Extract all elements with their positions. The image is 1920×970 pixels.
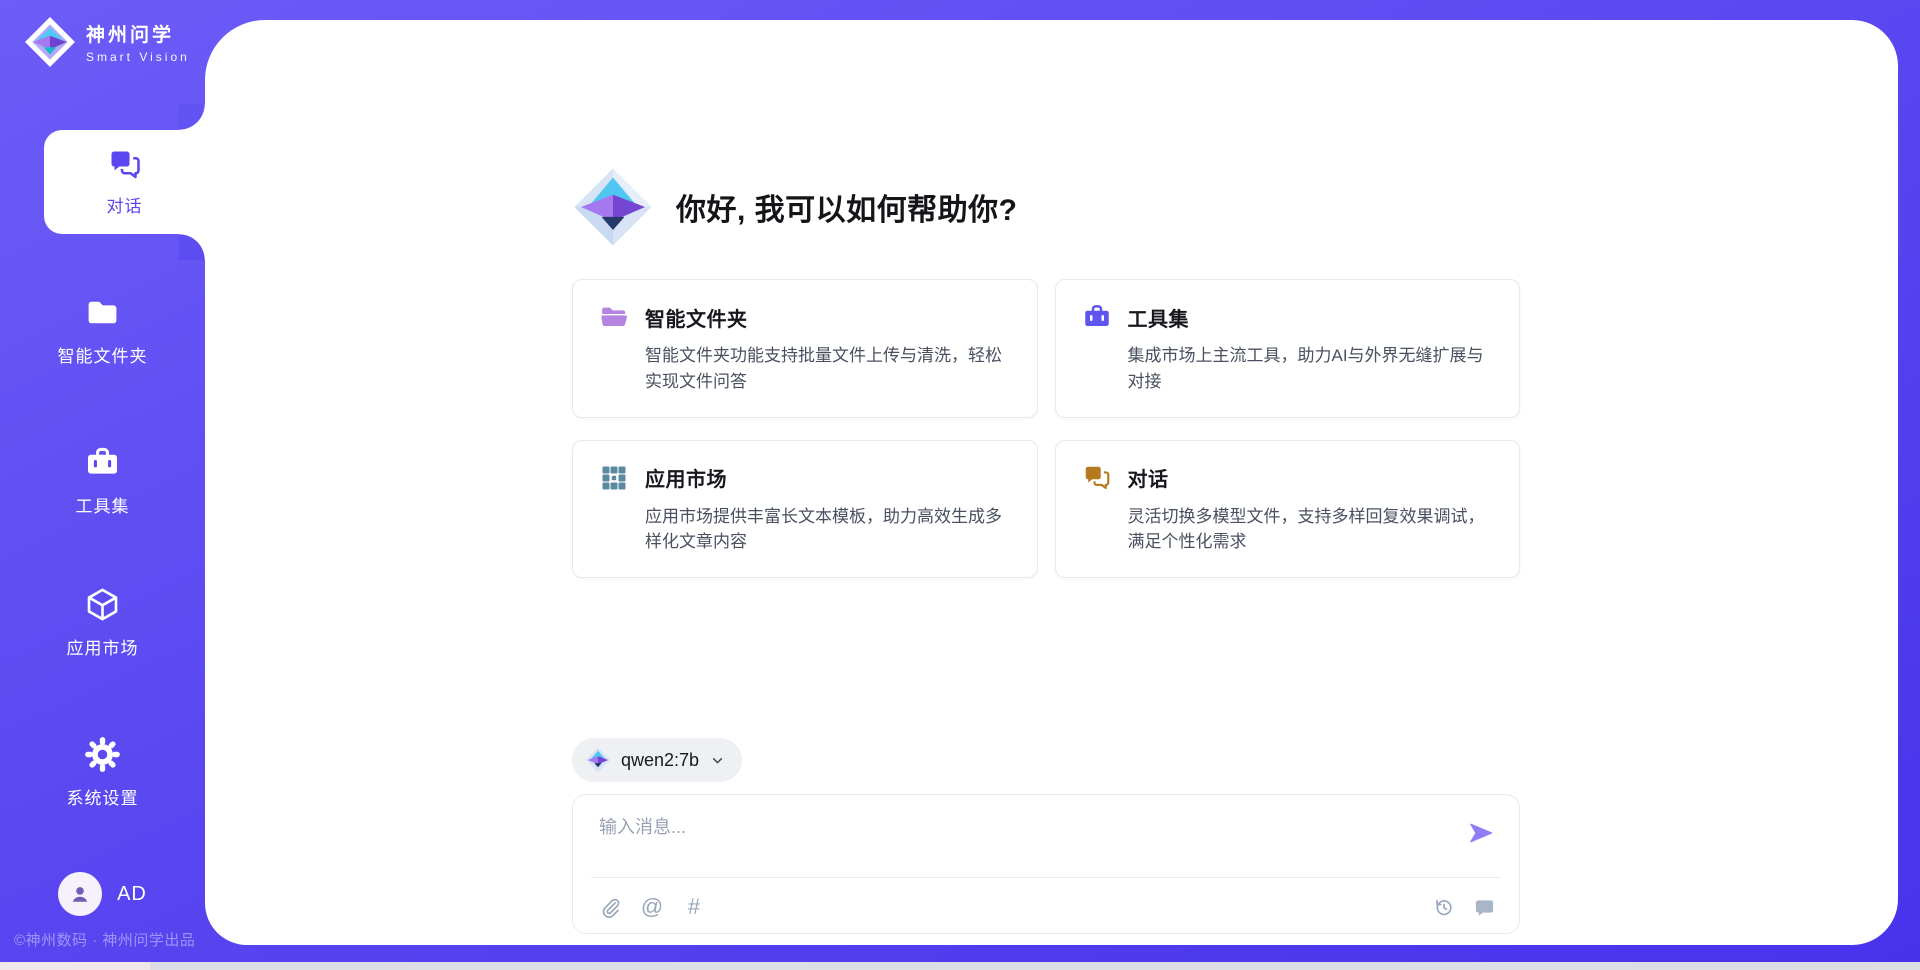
folder-open-icon — [599, 302, 629, 332]
sidebar-item-label: 工具集 — [76, 492, 130, 517]
avatar — [58, 872, 102, 916]
sidebar-item-label: 智能文件夹 — [58, 342, 148, 367]
card-smart-folder[interactable]: 智能文件夹 智能文件夹功能支持批量文件上传与清洗，轻松实现文件问答 — [572, 279, 1038, 418]
model-selector[interactable]: qwen2:7b — [572, 738, 742, 782]
content-column: 你好, 我可以如何帮助你? 智能文件夹 智能文件夹功能支持批量文件上传与清洗，轻… — [572, 165, 1520, 934]
brand: 神州问学 Smart Vision — [24, 16, 190, 68]
model-diamond-logo-icon — [585, 747, 611, 773]
feedback-button[interactable] — [1471, 894, 1497, 920]
send-button[interactable] — [1467, 819, 1495, 847]
feature-cards: 智能文件夹 智能文件夹功能支持批量文件上传与清洗，轻松实现文件问答 工具集 — [572, 279, 1520, 578]
card-chat[interactable]: 对话 灵活切换多模型文件，支持多样回复效果调试，满足个性化需求 — [1055, 440, 1521, 579]
card-description: 灵活切换多模型文件，支持多样回复效果调试，满足个性化需求 — [1128, 504, 1494, 556]
sidebar-item-label: 对话 — [107, 192, 143, 217]
sidebar-item-label: 系统设置 — [67, 784, 139, 809]
copyright-text: ©神州数码 · 神州问学出品 — [14, 929, 195, 950]
main-panel: 你好, 我可以如何帮助你? 智能文件夹 智能文件夹功能支持批量文件上传与清洗，轻… — [205, 20, 1898, 945]
model-selector-row: qwen2:7b — [572, 738, 1520, 782]
sidebar-item-smart-folder[interactable]: 智能文件夹 — [0, 294, 205, 367]
brand-subtitle: Smart Vision — [86, 50, 190, 64]
brand-name: 神州问学 — [86, 20, 190, 47]
hashtag-button[interactable]: # — [681, 894, 707, 920]
user-name: AD — [117, 883, 147, 906]
greeting-block: 你好, 我可以如何帮助你? — [572, 165, 1520, 249]
greeting-title: 你好, 我可以如何帮助你? — [676, 185, 1018, 229]
paperclip-icon — [599, 896, 622, 919]
user-account[interactable]: AD — [0, 872, 205, 916]
model-name: qwen2:7b — [621, 750, 699, 771]
apps-grid-icon — [599, 463, 629, 493]
at-icon: @ — [641, 896, 663, 918]
message-composer: @ # — [572, 794, 1520, 934]
message-input[interactable] — [599, 813, 1419, 871]
card-app-market[interactable]: 应用市场 应用市场提供丰富长文本模板，助力高效生成多样化文章内容 — [572, 440, 1038, 579]
bottom-scroll-strip[interactable] — [0, 962, 1920, 970]
sidebar-item-toolbox[interactable]: 工具集 — [0, 444, 205, 517]
gear-icon — [84, 736, 121, 773]
assistant-diamond-logo-icon — [572, 166, 654, 248]
card-title: 对话 — [1128, 463, 1169, 492]
brand-diamond-logo-icon — [24, 16, 76, 68]
chat-bubbles-icon — [107, 147, 143, 183]
chevron-down-icon — [709, 752, 726, 769]
toolbox-icon — [1082, 302, 1112, 332]
send-plane-icon — [1467, 819, 1495, 847]
card-description: 集成市场上主流工具，助力AI与外界无缝扩展与对接 — [1128, 343, 1494, 395]
sidebar: 神州问学 Smart Vision 对话 智能文件夹 — [0, 0, 205, 970]
folder-icon — [84, 294, 121, 331]
card-title: 应用市场 — [645, 463, 727, 492]
hash-icon: # — [688, 896, 700, 918]
app-root: 神州问学 Smart Vision 对话 智能文件夹 — [0, 0, 1920, 970]
card-title: 智能文件夹 — [645, 303, 748, 332]
card-description: 智能文件夹功能支持批量文件上传与清洗，轻松实现文件问答 — [645, 343, 1011, 395]
cube-icon — [84, 586, 121, 623]
composer-toolbar-right — [1430, 894, 1497, 920]
sidebar-item-settings[interactable]: 系统设置 — [0, 736, 205, 809]
person-icon — [67, 881, 93, 907]
attach-file-button[interactable] — [597, 894, 623, 920]
card-toolbox[interactable]: 工具集 集成市场上主流工具，助力AI与外界无缝扩展与对接 — [1055, 279, 1521, 418]
chat-bubbles-icon — [1082, 463, 1112, 493]
mention-button[interactable]: @ — [639, 894, 665, 920]
history-clock-icon — [1432, 896, 1455, 919]
chat-square-icon — [1473, 896, 1496, 919]
sidebar-item-app-market[interactable]: 应用市场 — [0, 586, 205, 659]
card-description: 应用市场提供丰富长文本模板，助力高效生成多样化文章内容 — [645, 504, 1011, 556]
toolbox-icon — [84, 444, 121, 481]
sidebar-item-label: 应用市场 — [67, 634, 139, 659]
card-title: 工具集 — [1128, 303, 1190, 332]
composer-divider — [591, 877, 1501, 878]
history-button[interactable] — [1430, 894, 1456, 920]
composer-toolbar: @ # — [597, 891, 1497, 923]
sidebar-item-chat[interactable]: 对话 — [44, 130, 205, 234]
